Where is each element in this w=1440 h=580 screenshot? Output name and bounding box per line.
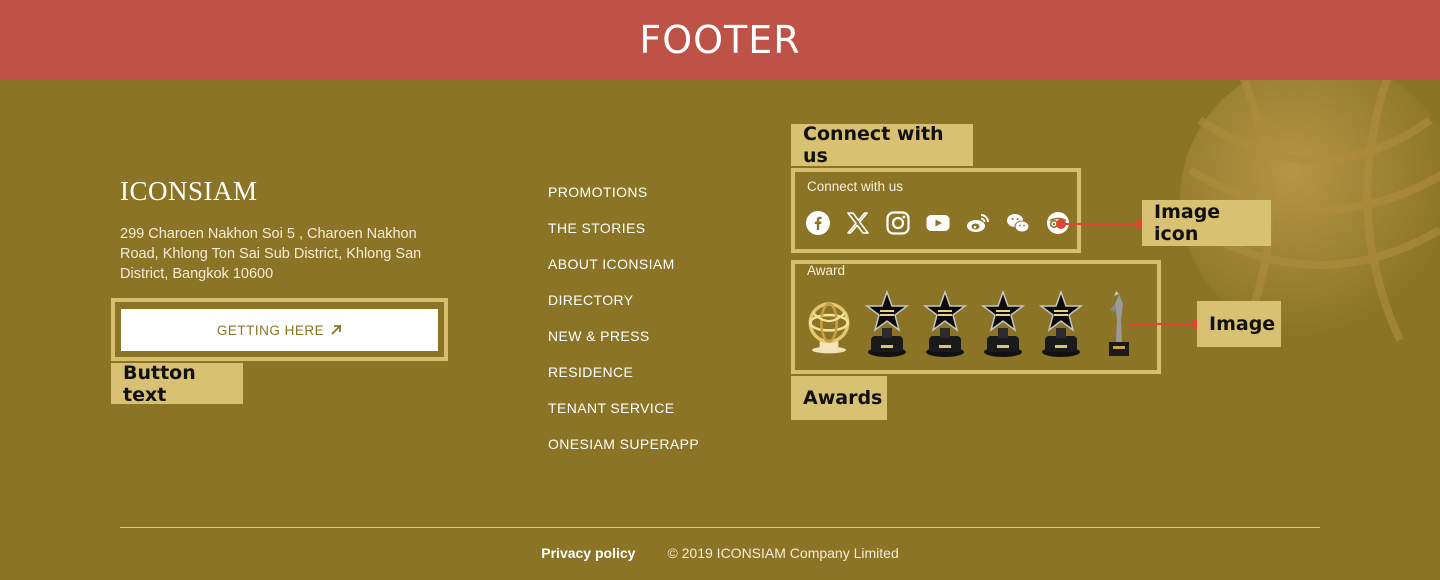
button-text-annotation: Button text [111,362,243,406]
award-label: Award [807,263,846,278]
nav-about-iconsiam[interactable]: ABOUT ICONSIAM [548,256,699,292]
copyright-text: © 2019 ICONSIAM Company Limited [667,545,899,561]
nav-tenant-service[interactable]: TENANT SERVICE [548,400,699,436]
image-arrow-line [1128,323,1198,325]
banner-title: FOOTER [639,18,801,62]
address-text: 299 Charoen Nakhon Soi 5 , Charoen Nakho… [120,226,422,282]
weibo-icon[interactable] [966,211,990,235]
awards-row [806,288,1142,358]
instagram-icon[interactable] [886,211,910,235]
nav-onesiam-superapp[interactable]: ONESIAM SUPERAPP [548,436,699,472]
social-icons [806,211,1070,235]
youtube-icon[interactable] [926,211,950,235]
site-footer: ICONSIAM 299 Charoen Nakhon Soi 5 , Char… [0,80,1440,580]
nav-the-stories[interactable]: THE STORIES [548,220,699,256]
image-icon-arrow-line [1064,223,1142,225]
connect-annotation: Connect with us [791,123,973,167]
globe-trophy-image [806,288,852,358]
getting-here-button[interactable]: GETTING HERE [121,309,438,351]
arrow-up-right-icon [331,325,342,335]
x-icon[interactable] [846,211,870,235]
facebook-icon[interactable] [806,211,830,235]
privacy-policy-link[interactable]: Privacy policy [541,545,635,561]
getting-here-label: GETTING HERE [216,322,325,338]
star-trophy-image [864,288,910,358]
iconsiam-logo[interactable]: ICONSIAM [120,176,258,207]
star-trophy-image [1038,288,1084,358]
footer-banner: FOOTER [0,0,1440,80]
star-trophy-image [922,288,968,358]
nav-residence[interactable]: RESIDENCE [548,364,699,400]
image-icon-annotation: Image icon [1142,200,1271,246]
star-trophy-image [980,288,1026,358]
awards-annotation: Awards [791,376,887,420]
image-annotation: Image [1197,301,1281,347]
footer-bottom-bar: Privacy policy © 2019 ICONSIAM Company L… [0,545,1440,561]
nav-promotions[interactable]: PROMOTIONS [548,184,699,220]
wechat-icon[interactable] [1006,211,1030,235]
nav-directory[interactable]: DIRECTORY [548,292,699,328]
nav-new-press[interactable]: NEW & PRESS [548,328,699,364]
footer-nav: PROMOTIONS THE STORIES ABOUT ICONSIAM DI… [548,184,699,472]
connect-label: Connect with us [807,179,904,194]
footer-divider [120,527,1320,528]
